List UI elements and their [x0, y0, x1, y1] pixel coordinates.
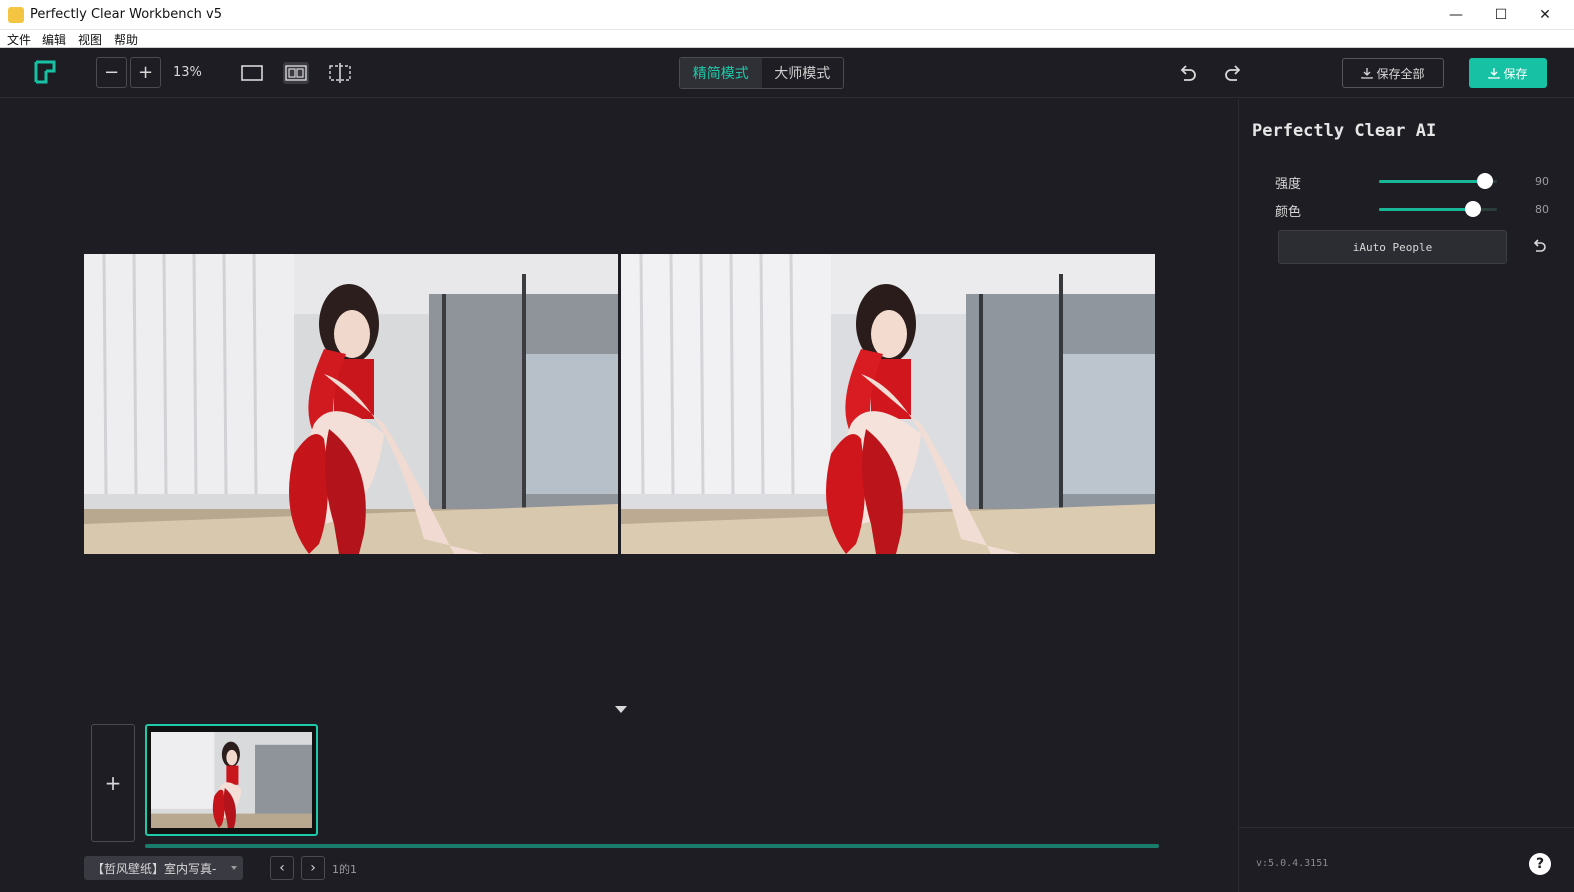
title-bar: Perfectly Clear Workbench v5 — ☐ ✕: [0, 0, 1574, 30]
version-label: v:5.0.4.3151: [1256, 858, 1329, 869]
zoom-level: 13%: [173, 65, 202, 80]
adjustment-panel: Perfectly Clear AI 强度 90 颜色 80 iAuto Peo…: [1238, 99, 1574, 892]
save-all-button[interactable]: 保存全部: [1342, 58, 1444, 88]
app-icon: [8, 7, 24, 23]
image-canvas[interactable]: + 【哲风壁纸】室内写真- ‹ › 1的1: [0, 99, 1238, 892]
strength-fill: [1379, 180, 1486, 183]
zoom-out-button[interactable]: −: [96, 57, 127, 88]
page-info: 1的1: [332, 863, 357, 876]
tab-master-mode[interactable]: 大师模式: [762, 58, 844, 88]
zoom-in-button[interactable]: +: [130, 57, 161, 88]
window-title: Perfectly Clear Workbench v5: [30, 7, 222, 22]
color-fill: [1379, 208, 1474, 211]
color-thumb[interactable]: [1465, 201, 1482, 217]
single-view-icon[interactable]: [239, 62, 265, 84]
color-label: 颜色: [1275, 205, 1302, 220]
prev-page-button[interactable]: ‹: [270, 856, 294, 880]
collapse-arrow-icon[interactable]: [615, 706, 627, 713]
save-all-label: 保存全部: [1376, 66, 1425, 81]
download-icon: [1361, 68, 1374, 79]
enhanced-image[interactable]: [621, 254, 1155, 554]
strength-slider[interactable]: [1379, 173, 1497, 189]
logo-icon: [34, 60, 56, 84]
split-view-icon[interactable]: [327, 62, 353, 84]
side-by-side-view-icon[interactable]: [283, 62, 309, 84]
progress-bar: [145, 844, 1159, 848]
next-page-button[interactable]: ›: [301, 856, 325, 880]
undo-icon[interactable]: [1175, 60, 1201, 86]
minimize-button[interactable]: —: [1433, 0, 1479, 30]
reset-icon[interactable]: [1531, 237, 1549, 255]
redo-icon[interactable]: [1220, 60, 1246, 86]
maximize-button[interactable]: ☐: [1478, 0, 1524, 30]
original-image[interactable]: [84, 254, 618, 554]
mode-switch: 精简模式 大师模式: [679, 57, 844, 89]
strength-value: 90: [1535, 175, 1549, 188]
save-button[interactable]: 保存: [1469, 58, 1547, 88]
menu-bar: 文件 编辑 视图 帮助: [0, 30, 1574, 48]
menu-view[interactable]: 视图: [78, 31, 102, 48]
menu-file[interactable]: 文件: [7, 31, 31, 48]
image-thumbnail[interactable]: [145, 724, 318, 836]
menu-edit[interactable]: 编辑: [42, 31, 66, 48]
strength-thumb[interactable]: [1477, 173, 1494, 189]
tab-simple-mode[interactable]: 精简模式: [680, 58, 762, 88]
folder-dropdown[interactable]: 【哲风壁纸】室内写真-: [84, 856, 243, 880]
folder-name: 【哲风壁纸】室内写真-: [92, 861, 217, 876]
save-label: 保存: [1503, 66, 1528, 81]
add-image-button[interactable]: +: [91, 724, 135, 842]
preset-button[interactable]: iAuto People: [1278, 230, 1507, 264]
color-slider[interactable]: [1379, 201, 1497, 217]
download-icon: [1488, 68, 1501, 79]
panel-title: Perfectly Clear AI: [1252, 121, 1437, 141]
close-button[interactable]: ✕: [1522, 0, 1568, 30]
color-value: 80: [1535, 203, 1549, 216]
help-icon[interactable]: ?: [1529, 853, 1551, 875]
menu-help[interactable]: 帮助: [114, 31, 138, 48]
strength-label: 强度: [1275, 177, 1302, 192]
chevron-down-icon: [231, 866, 237, 870]
panel-divider: [1239, 827, 1574, 828]
toolbar: − + 13% 精简模式 大师模式 保存全部 保存: [0, 48, 1574, 98]
